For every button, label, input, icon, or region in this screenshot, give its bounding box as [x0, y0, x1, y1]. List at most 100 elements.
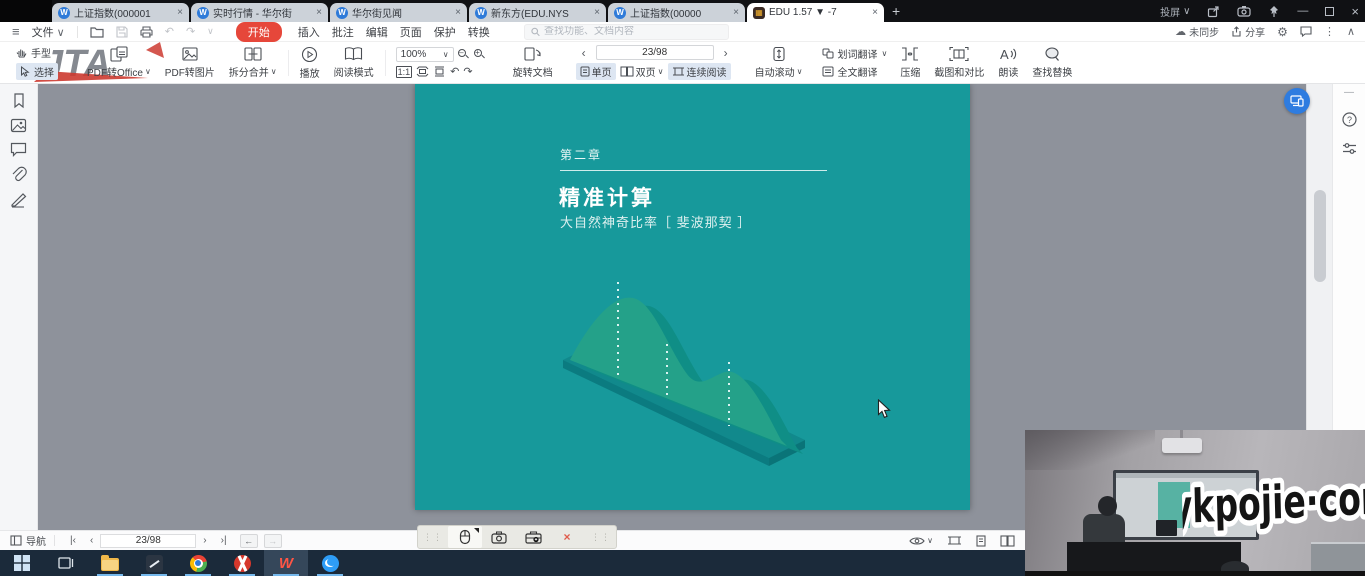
- tab-realtime-quotes[interactable]: W 实时行情 - 华尔街 ×: [191, 3, 328, 22]
- comment-bubble-icon[interactable]: [1300, 26, 1312, 37]
- taskbar-browser-app[interactable]: [308, 550, 352, 576]
- redo-icon[interactable]: ↷: [186, 25, 195, 38]
- camera-icon[interactable]: [1237, 5, 1251, 17]
- taskbar-wps-pdf-active[interactable]: W: [264, 550, 308, 576]
- single-page-view-icon[interactable]: [976, 535, 986, 547]
- previous-page-button[interactable]: ‹: [90, 535, 93, 546]
- window-maximize-button[interactable]: [1325, 7, 1334, 16]
- find-replace-button[interactable]: 查找替换: [1025, 46, 1079, 79]
- next-page-button[interactable]: ›: [718, 46, 734, 60]
- tab-edu-quote-active[interactable]: ▦ EDU 1.57 ▼ -7 ×: [747, 3, 884, 22]
- tab-close-icon[interactable]: ×: [733, 7, 739, 18]
- drag-handle[interactable]: ⋮⋮: [418, 532, 448, 543]
- open-file-icon[interactable]: [90, 26, 104, 38]
- page-number-input[interactable]: [596, 45, 714, 60]
- single-page-button[interactable]: 单页: [576, 63, 616, 80]
- last-page-button[interactable]: ›|: [221, 535, 227, 546]
- hand-tool-button[interactable]: 手型: [16, 45, 58, 60]
- menu-tab-home[interactable]: 开始: [236, 22, 282, 42]
- attachments-panel-icon[interactable]: [11, 166, 27, 183]
- tab-close-icon[interactable]: ×: [872, 7, 878, 18]
- rotate-right-icon[interactable]: ↷: [463, 65, 472, 78]
- eye-protection-button[interactable]: ∨: [909, 536, 933, 546]
- app-menu-icon[interactable]: ≡: [12, 24, 20, 39]
- print-icon[interactable]: [140, 26, 153, 38]
- mouse-mode-button[interactable]: [448, 526, 482, 548]
- auto-scroll-button[interactable]: 自动滚动 ∨: [748, 46, 810, 79]
- split-merge-button[interactable]: 拆分合并 ∨: [222, 46, 284, 79]
- panel-collapse-handle[interactable]: —: [1344, 87, 1354, 98]
- rotate-left-icon[interactable]: ↶: [450, 65, 459, 78]
- rotate-document-button[interactable]: 旋转文档: [506, 46, 560, 79]
- full-translate-button[interactable]: 全文翻译: [822, 64, 888, 79]
- menu-tab-protect[interactable]: 保护: [434, 24, 456, 40]
- feature-search[interactable]: [524, 24, 729, 40]
- tab-close-icon[interactable]: ×: [316, 7, 322, 18]
- scrollbar-thumb[interactable]: [1314, 190, 1326, 282]
- first-page-button[interactable]: |‹: [70, 535, 76, 546]
- screenshot-compare-button[interactable]: 截图和对比: [927, 46, 991, 79]
- view-forward-button[interactable]: →: [264, 534, 282, 548]
- settings-sliders-icon[interactable]: [1342, 141, 1357, 156]
- cast-button[interactable]: 投屏 ∨: [1160, 4, 1190, 19]
- pin-icon[interactable]: [1268, 5, 1280, 18]
- share-icon[interactable]: [1207, 5, 1220, 18]
- view-back-button[interactable]: ←: [240, 534, 258, 548]
- menu-tab-edit[interactable]: 编辑: [366, 24, 388, 40]
- pdf-to-office-button[interactable]: PDF转Office ∨: [80, 46, 158, 79]
- zoom-out-button[interactable]: –: [458, 49, 470, 61]
- word-translate-button[interactable]: 划词翻译 ∨: [822, 46, 888, 61]
- tab-close-icon[interactable]: ×: [177, 7, 183, 18]
- navigation-toggle[interactable]: 导航: [10, 533, 46, 548]
- images-panel-icon[interactable]: [10, 118, 27, 133]
- zoom-level-select[interactable]: 100% ∨: [396, 47, 454, 62]
- tab-edu-nyse[interactable]: W 新东方(EDU.NYS ×: [469, 3, 606, 22]
- play-button[interactable]: 播放: [293, 46, 327, 80]
- read-mode-button[interactable]: 阅读模式: [327, 46, 381, 79]
- sync-status[interactable]: ☁ 未同步: [1175, 24, 1219, 39]
- bookmarks-panel-icon[interactable]: [11, 92, 27, 109]
- comments-panel-icon[interactable]: [10, 142, 27, 157]
- fit-page-icon[interactable]: [416, 66, 429, 77]
- fit-width-icon[interactable]: [433, 66, 446, 77]
- status-page-input[interactable]: [100, 534, 196, 548]
- taskbar-stock-app[interactable]: [220, 550, 264, 576]
- quickbar-more-icon[interactable]: ∨: [207, 26, 214, 37]
- continuous-read-button[interactable]: 连续阅读: [668, 63, 731, 80]
- tab-wallstreetcn[interactable]: W 华尔街见闻 ×: [330, 3, 467, 22]
- previous-page-button[interactable]: ‹: [576, 46, 592, 60]
- double-page-view-icon[interactable]: [1000, 535, 1015, 547]
- taskbar-chrome[interactable]: [176, 550, 220, 576]
- tab-sse-index-2[interactable]: W 上证指数(00000 ×: [608, 3, 745, 22]
- select-tool-button[interactable]: 选择: [16, 63, 58, 80]
- mobile-view-fab[interactable]: [1284, 88, 1310, 114]
- stamps-panel-icon[interactable]: [10, 192, 27, 208]
- save-icon[interactable]: [116, 26, 128, 38]
- settings-gear-icon[interactable]: ⚙: [1277, 25, 1288, 39]
- task-view-button[interactable]: [44, 550, 88, 576]
- collapse-ribbon-icon[interactable]: ∧: [1347, 25, 1355, 38]
- pdf-page[interactable]: 第二章 精准计算 大自然神奇比率［ 斐波那契 ］: [415, 84, 970, 510]
- file-menu[interactable]: 文件 ∨: [32, 24, 65, 40]
- close-floatbar-button[interactable]: ×: [550, 526, 584, 548]
- menu-tab-insert[interactable]: 插入: [298, 24, 320, 40]
- new-tab-button[interactable]: +: [892, 3, 900, 19]
- continuous-view-icon[interactable]: [947, 535, 962, 546]
- zoom-in-button[interactable]: +: [474, 49, 486, 61]
- annotation-floatbar[interactable]: ⋮⋮ × ⋮⋮: [417, 525, 617, 549]
- window-close-button[interactable]: ×: [1351, 4, 1359, 19]
- next-page-button[interactable]: ›: [203, 535, 206, 546]
- read-aloud-button[interactable]: A 朗读: [991, 46, 1025, 79]
- tab-close-icon[interactable]: ×: [455, 7, 461, 18]
- toolbox-button[interactable]: [516, 526, 550, 548]
- undo-icon[interactable]: ↶: [165, 25, 174, 38]
- help-icon[interactable]: ?: [1342, 112, 1357, 127]
- window-minimize-button[interactable]: —: [1297, 5, 1308, 17]
- double-page-button[interactable]: 双页 ∨: [620, 64, 664, 79]
- pdf-to-image-button[interactable]: PDF转图片: [158, 46, 222, 79]
- menu-tab-page[interactable]: 页面: [400, 24, 422, 40]
- menu-tab-convert[interactable]: 转换: [468, 24, 490, 40]
- menu-tab-comment[interactable]: 批注: [332, 24, 354, 40]
- screenshot-button[interactable]: [482, 526, 516, 548]
- drag-handle[interactable]: ⋮⋮: [586, 532, 616, 543]
